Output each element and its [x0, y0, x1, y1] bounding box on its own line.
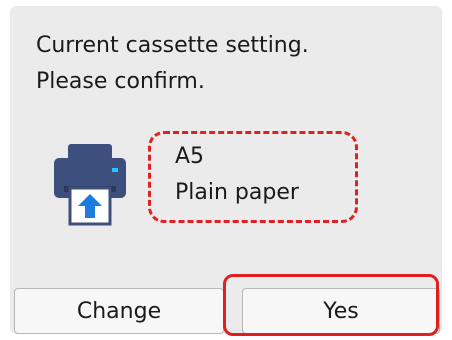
message-line-1: Current cassette setting. — [36, 33, 309, 58]
change-button[interactable]: Change — [14, 288, 224, 334]
yes-button[interactable]: Yes — [242, 288, 440, 334]
paper-size-value: A5 — [175, 144, 205, 169]
paper-setting-box: A5 Plain paper — [148, 131, 358, 223]
paper-type-value: Plain paper — [175, 180, 299, 205]
confirmation-message: Current cassette setting. Please confirm… — [36, 28, 309, 100]
printer-paper-feed-icon — [50, 142, 130, 226]
printer-display-screen: Current cassette setting. Please confirm… — [0, 0, 452, 340]
dialog-panel: Current cassette setting. Please confirm… — [10, 6, 442, 334]
message-line-2: Please confirm. — [36, 69, 205, 94]
